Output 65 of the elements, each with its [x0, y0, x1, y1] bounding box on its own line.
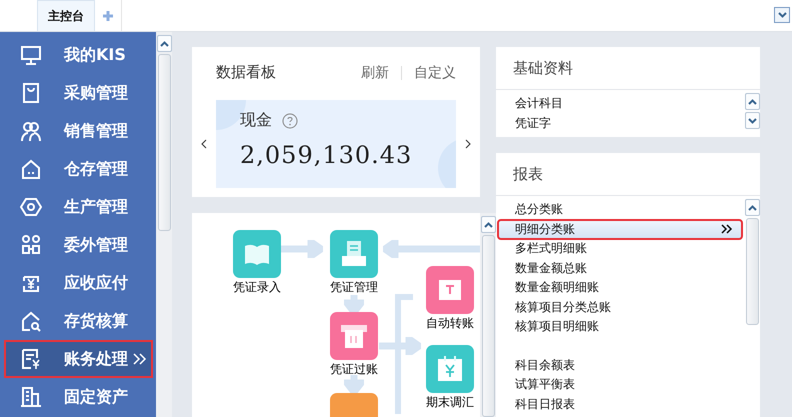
list-item[interactable]: 多栏式明细账: [498, 239, 742, 258]
double-chevron-icon: [721, 224, 733, 234]
scroll-down-button[interactable]: [744, 112, 760, 129]
sidebar-item[interactable]: 生产管理: [4, 188, 153, 226]
building-icon: [20, 386, 42, 408]
chevron-down-icon: [778, 12, 786, 18]
list-item[interactable]: 数量金额总账: [498, 258, 742, 278]
metric-value: 2,059,130.43: [240, 141, 412, 169]
sidebar-item[interactable]: 固定资产: [4, 378, 153, 416]
list-item[interactable]: 科目日报表: [498, 394, 742, 414]
sidebar-item[interactable]: 我的KIS: [4, 36, 153, 74]
nodes-icon: [20, 234, 42, 256]
chevron-right-icon[interactable]: [465, 139, 471, 149]
dropdown-button[interactable]: [774, 7, 790, 23]
hexagon-icon: [20, 196, 42, 218]
card-title: 报表: [496, 153, 760, 196]
tab[interactable]: 主控台: [37, 0, 95, 31]
card-title: 数据看板: [216, 63, 277, 82]
list-item[interactable]: 数量金额明细账: [498, 278, 742, 298]
double-chevron-icon: [133, 353, 147, 365]
scrollbar[interactable]: [480, 213, 496, 417]
help-icon[interactable]: [282, 112, 298, 128]
action-link[interactable]: 刷新: [361, 64, 389, 82]
flow-arrow: [379, 337, 421, 355]
sidebar-item[interactable]: 账务处理: [4, 340, 153, 378]
sidebar-item[interactable]: 仓存管理: [4, 150, 153, 188]
action-link[interactable]: 自定义: [414, 64, 456, 82]
flow-node[interactable]: 凭证管理: [324, 230, 384, 296]
list-item[interactable]: 核算项目分类总账: [498, 298, 742, 317]
sidebar-item[interactable]: 应收应付: [4, 264, 153, 302]
flow-arrow: [344, 295, 364, 313]
chevron-left-icon[interactable]: [201, 139, 207, 149]
list-item[interactable]: 试算平衡表: [498, 375, 742, 394]
plus-icon: [102, 10, 114, 22]
list-item[interactable]: 明细分类账: [498, 220, 742, 239]
list-item[interactable]: 凭证字: [498, 114, 742, 133]
chevron-up-icon: [748, 204, 756, 210]
list-item[interactable]: 核算项目明细账: [498, 317, 742, 336]
flow-arrow: [344, 375, 364, 393]
document-yen-icon: [20, 348, 42, 370]
flow-node[interactable]: 凭证过账: [324, 312, 384, 378]
house-icon: [20, 158, 42, 180]
sidebar-item[interactable]: 委外管理: [4, 226, 153, 264]
card-title: 基础资料: [496, 47, 760, 90]
sidebar-item[interactable]: 销售管理: [4, 112, 153, 150]
people-icon: [20, 120, 42, 142]
chevron-up-icon: [160, 40, 168, 46]
chevron-up-icon: [484, 222, 492, 228]
house-search-icon: [20, 310, 42, 332]
scrollbar[interactable]: [156, 32, 172, 417]
metric-label: 现金: [240, 110, 272, 131]
scroll-up-button[interactable]: [744, 93, 760, 110]
list-item[interactable]: 会计科目: [498, 94, 742, 114]
chevron-up-icon: [748, 98, 756, 104]
sidebar-item[interactable]: 存货核算: [4, 302, 153, 340]
monitor-icon: [20, 44, 42, 66]
list-item[interactable]: 总分类账: [498, 200, 742, 220]
flow-node[interactable]: 凭证录入: [227, 230, 287, 296]
flow-node[interactable]: 期末调汇: [420, 345, 480, 411]
sidebar-item[interactable]: 采购管理: [4, 74, 153, 112]
list-item[interactable]: 科目余额表: [498, 356, 742, 375]
chevron-down-icon: [748, 118, 756, 124]
flow-arrow: [281, 240, 323, 258]
flow-node[interactable]: 自动转账: [420, 266, 480, 332]
bag-icon: [20, 82, 42, 104]
